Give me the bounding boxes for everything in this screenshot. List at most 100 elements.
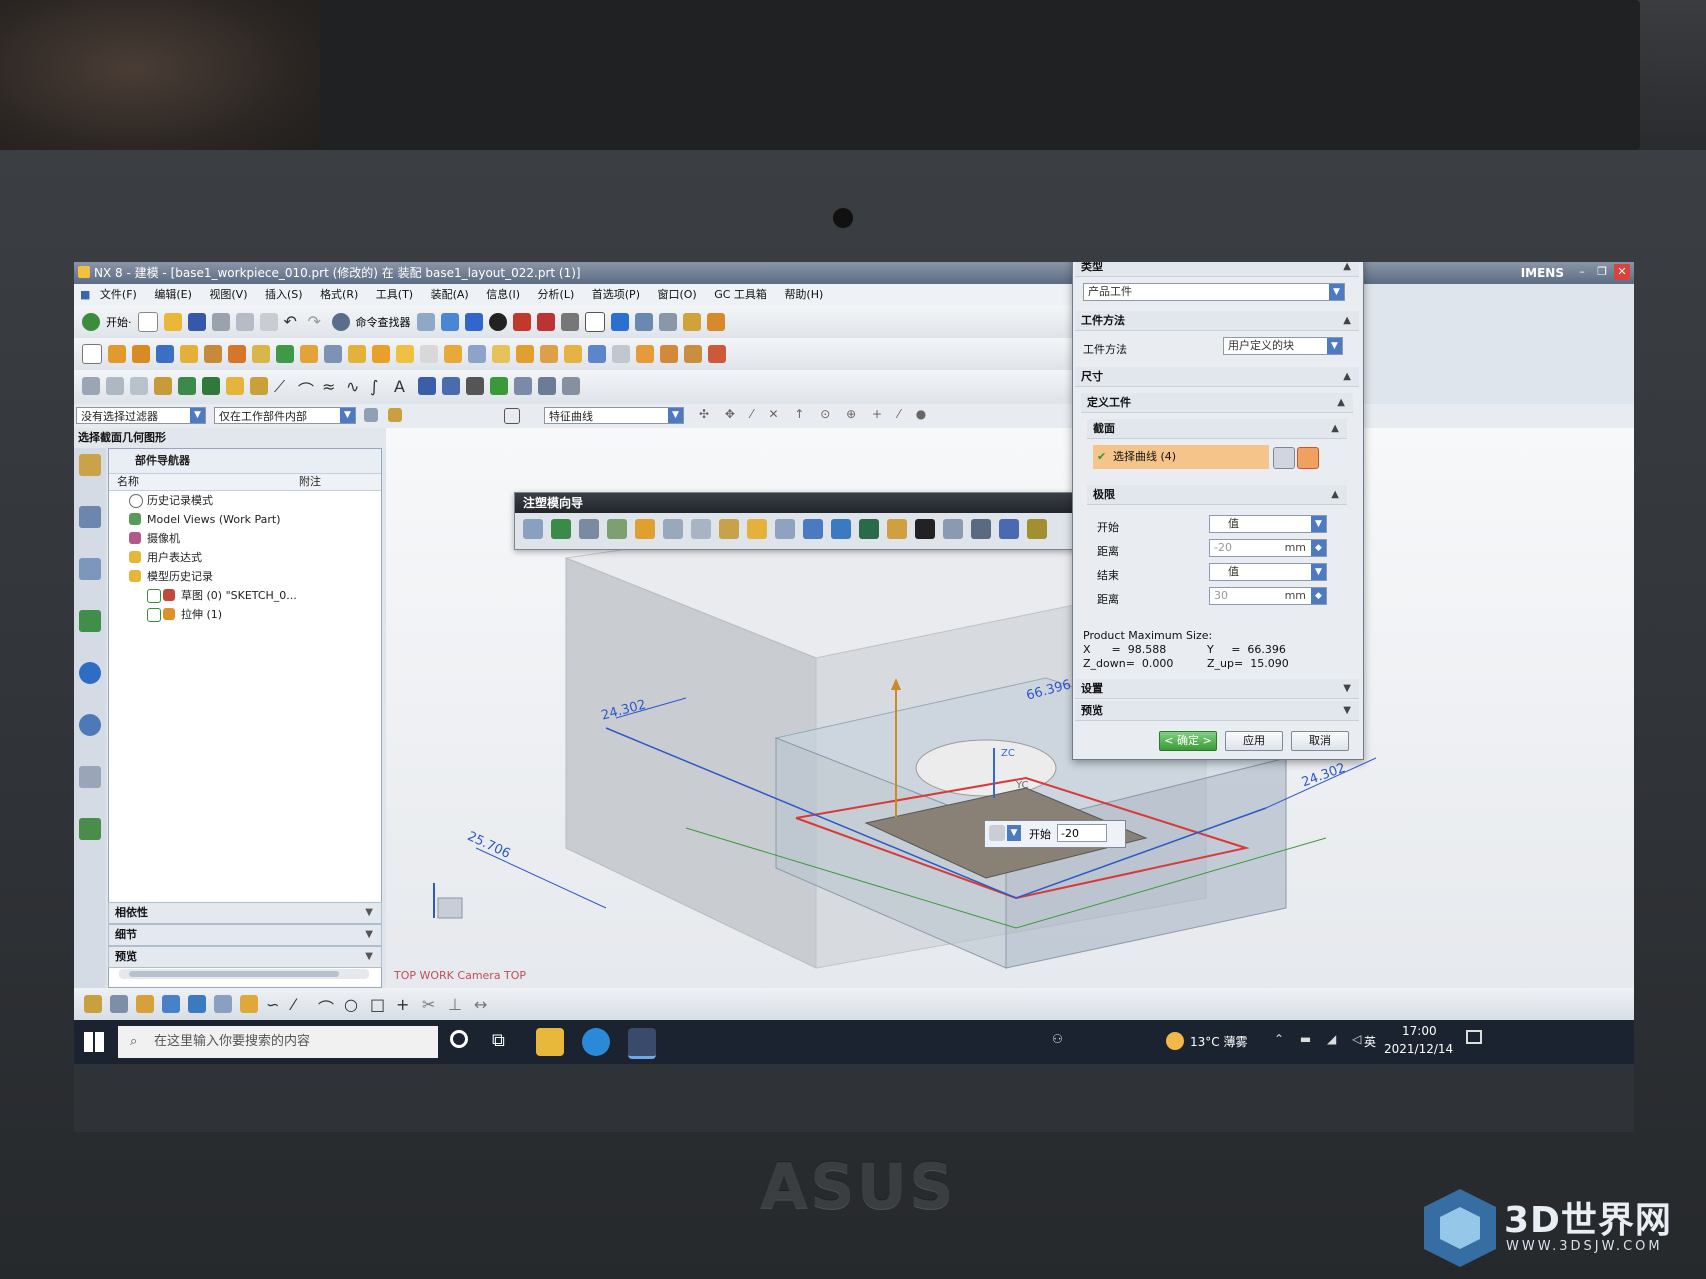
analysis-icon[interactable] <box>706 313 725 331</box>
sew-icon[interactable] <box>612 345 630 363</box>
close-button[interactable]: ✕ <box>1614 264 1630 280</box>
scrollbar-thumb[interactable] <box>129 971 339 977</box>
render-style-icon[interactable] <box>488 313 507 331</box>
frame-icon[interactable] <box>584 312 605 332</box>
family-mold-icon[interactable] <box>551 519 571 539</box>
gate-icon[interactable] <box>887 519 907 539</box>
standard-part-icon[interactable] <box>775 519 795 539</box>
apply-button[interactable]: 应用 <box>1225 731 1283 751</box>
undo-icon[interactable]: ↶ <box>284 313 302 331</box>
clock-time[interactable]: 17:00 <box>1402 1024 1437 1038</box>
reuse-library-icon[interactable] <box>79 610 101 632</box>
chevron-down-icon[interactable]: ▼ <box>1329 284 1344 300</box>
dimension-tool-icon[interactable]: ↔ <box>474 995 492 1014</box>
csys-icon[interactable] <box>110 995 128 1013</box>
people-icon[interactable]: ⚇ <box>1052 1032 1063 1046</box>
trim-body-icon[interactable] <box>468 345 486 363</box>
pane-dependencies[interactable]: 相依性 ▼ <box>108 902 382 924</box>
sketch-task-icon[interactable] <box>240 995 258 1013</box>
electrode-icon[interactable] <box>971 519 991 539</box>
chevron-down-icon[interactable]: ▼ <box>340 408 355 423</box>
wcs-icon[interactable] <box>560 313 579 331</box>
line-icon[interactable]: ⟋ <box>274 377 292 396</box>
sketch-section-icon[interactable] <box>1273 447 1295 469</box>
trim-mold-icon[interactable] <box>999 519 1019 539</box>
tree-item-model-views[interactable]: Model Views (Work Part) <box>109 510 381 529</box>
redo-icon[interactable]: ↷ <box>308 313 326 331</box>
project-curve-icon[interactable] <box>250 377 268 395</box>
tree-item-cameras[interactable]: 摄像机 <box>109 529 381 548</box>
constraint-navigator-icon[interactable] <box>79 506 101 528</box>
snap-point-icon[interactable] <box>388 408 402 422</box>
weather-icon[interactable] <box>1166 1032 1184 1050</box>
distance-start-input[interactable]: -20 mm ◆ <box>1209 539 1327 557</box>
menu-gc-toolbox[interactable]: GC 工具箱 <box>714 284 767 306</box>
section-preview[interactable]: 预览 ▼ <box>1075 701 1359 721</box>
tree-item-user-expressions[interactable]: 用户表达式 <box>109 548 381 567</box>
value-type-icon[interactable] <box>989 825 1005 841</box>
start-select[interactable]: 值 ▼ <box>1209 515 1327 533</box>
line-tool-icon[interactable]: ⁄ <box>292 995 310 1014</box>
chamfer-icon[interactable] <box>396 345 414 363</box>
windows-start-icon[interactable] <box>84 1032 104 1052</box>
arc-tool-icon[interactable]: ⌒ <box>318 995 336 1018</box>
mold-tools-icon[interactable] <box>691 519 711 539</box>
menu-format[interactable]: 格式(R) <box>320 284 358 306</box>
section-define-workpiece[interactable]: 定义工件 ▲ <box>1081 393 1353 413</box>
pad-icon[interactable] <box>228 345 246 363</box>
datum-plane-icon[interactable] <box>252 345 270 363</box>
curve-icon[interactable] <box>202 377 220 395</box>
pane-preview[interactable]: 预览 ▼ <box>108 946 382 968</box>
trim-tool-icon[interactable]: ✂ <box>422 995 440 1014</box>
text-curve-icon[interactable]: A <box>394 377 412 396</box>
parting-icon[interactable] <box>719 519 739 539</box>
replace-face-icon[interactable] <box>660 345 678 363</box>
menu-file[interactable]: 文件(F) <box>100 284 137 306</box>
mirror-icon[interactable] <box>564 345 582 363</box>
revolve-icon[interactable] <box>132 345 150 363</box>
boss-icon[interactable] <box>180 345 198 363</box>
assembly-navigator-icon[interactable] <box>79 454 101 476</box>
minimize-button[interactable]: – <box>1574 264 1590 280</box>
ok-button[interactable]: < 确定 > <box>1159 731 1217 751</box>
tree-item-extrude[interactable]: 拉伸 (1) <box>109 605 381 624</box>
command-finder-icon[interactable] <box>331 313 350 331</box>
menu-window[interactable]: 窗口(O) <box>657 284 696 306</box>
snap-icon[interactable] <box>610 313 629 331</box>
command-finder-label[interactable]: 命令查找器 <box>356 314 411 330</box>
combined-curve-icon[interactable]: ∫ <box>370 377 388 396</box>
layer-settings-icon[interactable] <box>106 377 124 395</box>
copy-icon[interactable] <box>235 313 254 331</box>
hole-icon[interactable] <box>156 345 174 363</box>
new-file-icon[interactable] <box>137 312 158 332</box>
sketch-icon[interactable] <box>82 344 102 364</box>
section-limits[interactable]: 极限 ▲ <box>1087 485 1347 505</box>
layer-icon[interactable] <box>512 313 531 331</box>
menu-insert[interactable]: 插入(S) <box>265 284 303 306</box>
chart-icon[interactable] <box>538 377 556 395</box>
cut-icon[interactable] <box>211 313 230 331</box>
tray-icons[interactable]: ⌃ ▬ ◢ ◁ <box>1274 1032 1367 1046</box>
report-icon[interactable] <box>514 377 532 395</box>
snap-options-icons[interactable]: ✣ ✥ ⁄ ✕ ↑ ⊙ ⊕ + ⁄ ● <box>699 407 932 421</box>
surface-icon[interactable] <box>178 377 196 395</box>
patch-icon[interactable] <box>636 345 654 363</box>
cavity-layout-icon[interactable] <box>663 519 683 539</box>
menu-info[interactable]: 信息(I) <box>486 284 520 306</box>
datum-icon[interactable] <box>214 995 232 1013</box>
history-icon[interactable] <box>79 714 101 736</box>
constraint-icon[interactable] <box>682 313 701 331</box>
ime-indicator[interactable]: 英 <box>1364 1033 1376 1050</box>
shaded-icon[interactable] <box>464 313 483 331</box>
pane-details[interactable]: 细节 ▼ <box>108 924 382 946</box>
section-profile[interactable]: 截面 ▲ <box>1087 419 1347 439</box>
spline-icon[interactable] <box>226 377 244 395</box>
assembly-icon[interactable] <box>658 313 677 331</box>
slider-lifter-icon[interactable] <box>831 519 851 539</box>
pocket-icon[interactable] <box>204 345 222 363</box>
filter-reset-icon[interactable] <box>364 408 378 422</box>
tree-item-model-history[interactable]: 模型历史记录 <box>109 567 381 586</box>
point-icon[interactable] <box>136 995 154 1013</box>
onscreen-start-value[interactable]: -20 <box>1057 824 1107 842</box>
tree-item-history-mode[interactable]: 历史记录模式 <box>109 491 381 510</box>
